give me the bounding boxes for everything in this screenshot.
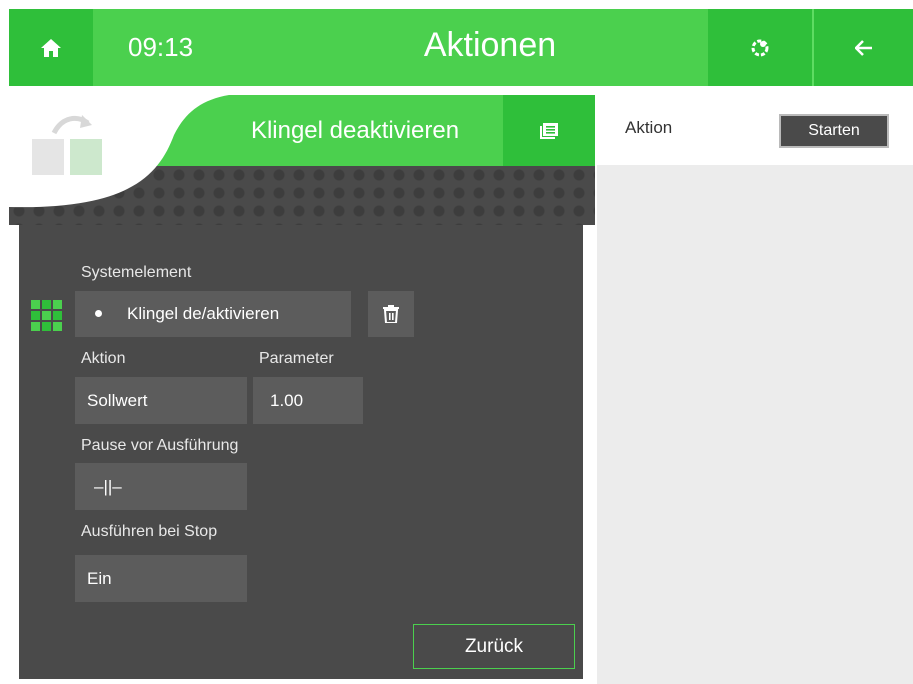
back-button[interactable]	[814, 9, 913, 86]
list-button[interactable]	[503, 95, 595, 166]
delete-button[interactable]	[368, 291, 414, 337]
stop-label: Ausführen bei Stop	[81, 523, 218, 540]
stop-select[interactable]: Ein	[75, 555, 247, 602]
pause-input[interactable]: –||–	[75, 463, 247, 510]
page-title: Aktionen	[423, 26, 557, 64]
right-aktion-label: Aktion	[625, 118, 673, 137]
systemelement-label: Systemelement	[81, 264, 192, 281]
systemelement-field[interactable]: Klingel de/aktivieren	[75, 291, 351, 337]
start-button[interactable]: Starten	[779, 114, 889, 148]
grid-icon	[31, 300, 62, 331]
home-icon	[41, 38, 61, 57]
settings-button[interactable]	[708, 9, 812, 86]
aktion-select[interactable]: Sollwert	[75, 377, 247, 424]
right-panel	[597, 165, 913, 684]
clock-time: 09:13	[128, 32, 194, 62]
pause-label: Pause vor Ausführung	[81, 437, 239, 454]
settings-gear-icon	[751, 39, 769, 56]
parameter-input[interactable]: 1.00	[253, 377, 363, 424]
home-button[interactable]	[9, 9, 93, 86]
parameter-label: Parameter	[259, 350, 334, 367]
list-icon	[540, 122, 558, 139]
trash-icon	[383, 305, 399, 323]
aktion-label: Aktion	[81, 350, 126, 367]
copy-action-icon	[32, 115, 102, 175]
back-button-panel[interactable]: Zurück	[413, 624, 575, 669]
bullet-icon	[95, 310, 102, 317]
page-heading: Klingel deaktivieren	[250, 117, 460, 144]
systemelement-value: Klingel de/aktivieren	[127, 304, 280, 323]
back-arrow-icon	[854, 39, 872, 56]
